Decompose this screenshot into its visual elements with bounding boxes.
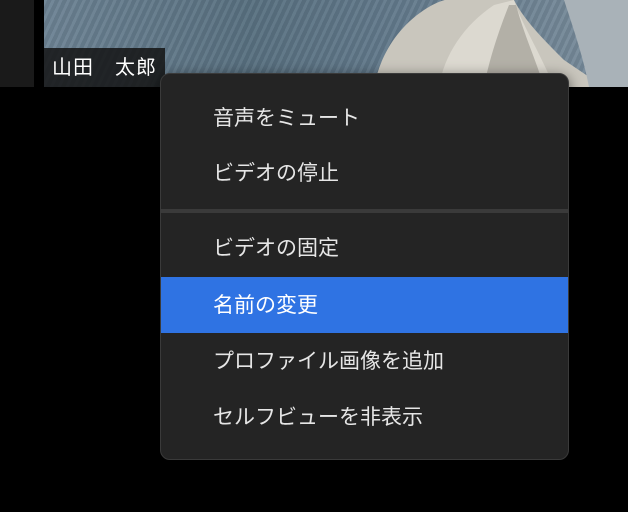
menu-item-hide-self-view[interactable]: セルフビューを非表示 <box>161 389 568 445</box>
menu-divider <box>161 209 568 213</box>
menu-item-rename[interactable]: 名前の変更 <box>161 277 568 333</box>
participant-name-label: 山田 太郎 <box>44 48 165 87</box>
neighbor-video-tile[interactable] <box>0 0 34 87</box>
meeting-stage: 山田 太郎 音声をミュート ビデオの停止 ビデオの固定 名前の変更 プロファイル… <box>0 0 628 512</box>
menu-item-add-profile-picture[interactable]: プロファイル画像を追加 <box>161 333 568 389</box>
menu-item-mute-audio[interactable]: 音声をミュート <box>161 90 568 146</box>
menu-item-pin-video[interactable]: ビデオの固定 <box>161 220 568 276</box>
participant-context-menu: 音声をミュート ビデオの停止 ビデオの固定 名前の変更 プロファイル画像を追加 … <box>160 73 569 460</box>
menu-item-stop-video[interactable]: ビデオの停止 <box>161 145 568 201</box>
